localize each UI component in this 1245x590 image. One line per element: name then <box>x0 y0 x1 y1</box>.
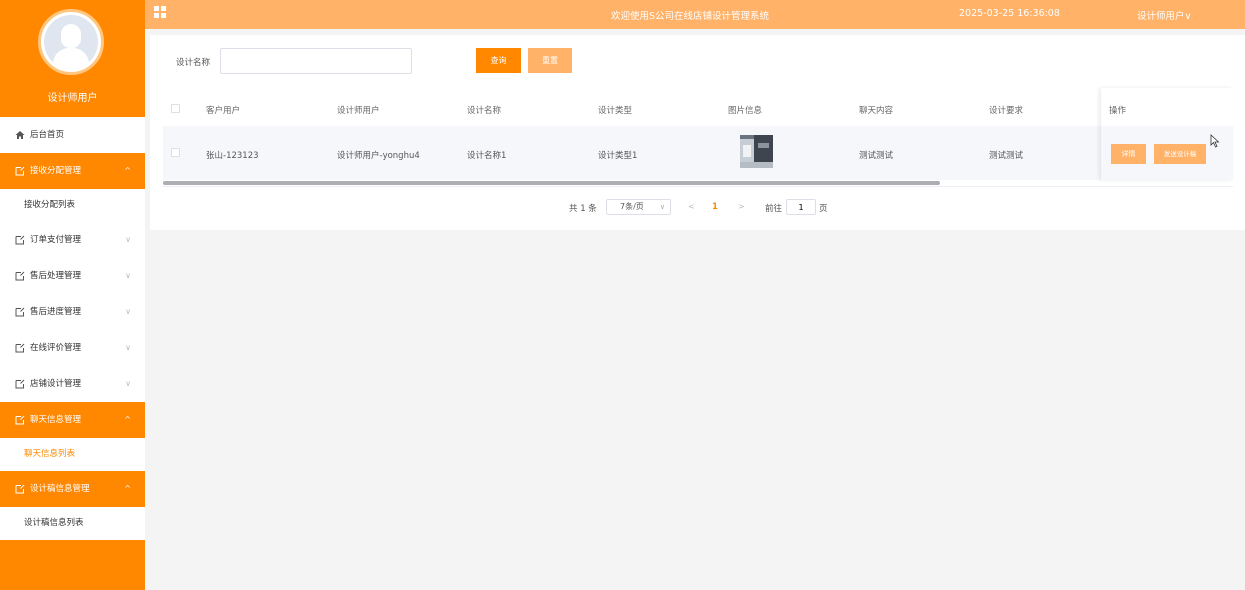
sidebar-item-label: 设计稿信息管理 <box>30 484 90 494</box>
chevron-down-icon: ∨ <box>125 343 131 352</box>
chevron-down-icon: ∨ <box>125 271 131 280</box>
sidebar-item-label: 售后处理管理 <box>30 271 82 281</box>
document-icon <box>14 379 25 390</box>
horizontal-scrollbar[interactable] <box>163 181 940 185</box>
sidebar-subitem-receive-list[interactable]: 接收分配列表 <box>0 189 145 222</box>
sidebar-item-after-sale[interactable]: 售后处理管理 ∨ <box>0 258 145 294</box>
sidebar-subitem-design-draft-list[interactable]: 设计稿信息列表 <box>0 507 145 540</box>
design-thumbnail[interactable] <box>740 135 773 168</box>
send-design-button[interactable]: 发送设计稿 <box>1154 144 1206 164</box>
chevron-down-icon: ∨ <box>125 379 131 388</box>
chevron-down-icon: ∨ <box>125 235 131 244</box>
sidebar: 设计师用户 后台首页 接收分配管理 ^ 接收分配列表 订单支付管理 ∨ 售后处理… <box>0 0 145 590</box>
sidebar-header: 设计师用户 <box>0 0 145 117</box>
document-icon <box>14 484 25 495</box>
column-header-design-name: 设计名称 <box>467 106 502 116</box>
document-icon <box>14 415 25 426</box>
chevron-up-icon: ^ <box>124 415 131 424</box>
page-number-current[interactable]: 1 <box>712 202 718 212</box>
sidebar-item-label: 后台首页 <box>30 130 65 140</box>
column-header-customer: 客户用户 <box>206 106 241 116</box>
avatar-icon <box>44 15 98 69</box>
document-icon <box>14 307 25 318</box>
sidebar-item-after-sale-progress[interactable]: 售后进度管理 ∨ <box>0 294 145 330</box>
sidebar-item-label: 在线评价管理 <box>30 343 82 353</box>
sidebar-subitem-chat-list[interactable]: 聊天信息列表 <box>0 438 145 471</box>
column-header-designer: 设计师用户 <box>337 106 380 116</box>
cell-designer: 设计师用户-yonghu4 <box>337 151 420 161</box>
pagination: 共 1 条 7条/页 ∨ < 1 > 前往 页 <box>150 199 1245 216</box>
main-panel: 设计名称 查询 重置 客户用户 设计师用户 设计名称 设计类型 图片信息 聊天内… <box>150 35 1245 230</box>
datetime: 2025-03-25 16:36:08 <box>959 8 1060 19</box>
detail-button[interactable]: 详情 <box>1111 144 1146 164</box>
sidebar-user-name: 设计师用户 <box>47 93 98 104</box>
top-bar: 欢迎使用S公司在线店铺设计管理系统 2025-03-25 16:36:08 设计… <box>145 0 1245 29</box>
search-input[interactable] <box>220 48 412 74</box>
chevron-down-icon: ∨ <box>125 307 131 316</box>
table-header: 客户用户 设计师用户 设计名称 设计类型 图片信息 聊天内容 设计要求 <box>163 92 1233 126</box>
table-divider <box>163 186 1233 187</box>
user-dropdown[interactable]: 设计师用户∨ <box>1137 8 1191 22</box>
next-page-icon[interactable]: > <box>738 202 745 211</box>
chevron-down-icon: ∨ <box>659 203 665 211</box>
sidebar-footer <box>0 543 145 590</box>
table-row[interactable]: 张山-123123 设计师用户-yonghu4 设计名称1 设计类型1 测试测试… <box>163 126 1233 180</box>
app-title: 欢迎使用S公司在线店铺设计管理系统 <box>611 11 770 22</box>
column-header-actions: 操作 <box>1109 106 1127 116</box>
document-icon <box>14 271 25 282</box>
column-header-design-type: 设计类型 <box>598 106 633 116</box>
cell-requirement: 测试测试 <box>989 151 1024 161</box>
query-button[interactable]: 查询 <box>476 48 521 73</box>
sidebar-item-online-review[interactable]: 在线评价管理 ∨ <box>0 330 145 366</box>
sidebar-item-label: 店铺设计管理 <box>30 379 82 389</box>
cell-customer: 张山-123123 <box>206 151 259 161</box>
page-size-value: 7条/页 <box>620 202 644 211</box>
page-suffix-label: 页 <box>819 204 828 214</box>
page-size-select[interactable]: 7条/页 ∨ <box>606 199 671 215</box>
prev-page-icon[interactable]: < <box>688 202 695 211</box>
sidebar-item-receive-assignment[interactable]: 接收分配管理 ^ <box>0 153 145 189</box>
pagination-total: 共 1 条 <box>569 204 597 214</box>
sidebar-item-label: 订单支付管理 <box>30 235 82 245</box>
column-header-chat: 聊天内容 <box>859 106 894 116</box>
sidebar-item-label: 聊天信息管理 <box>30 415 82 425</box>
sidebar-item-design-draft-management[interactable]: 设计稿信息管理 ^ <box>0 471 145 507</box>
cell-design-type: 设计类型1 <box>598 151 638 161</box>
sidebar-item-label: 售后进度管理 <box>30 307 82 317</box>
select-all-checkbox[interactable] <box>171 104 180 113</box>
cell-design-name: 设计名称1 <box>467 151 507 161</box>
sidebar-item-label: 接收分配管理 <box>30 166 82 176</box>
document-icon <box>14 166 25 177</box>
sidebar-item-chat-management[interactable]: 聊天信息管理 ^ <box>0 402 145 438</box>
sidebar-item-home[interactable]: 后台首页 <box>0 117 145 153</box>
cell-chat: 测试测试 <box>859 151 894 161</box>
search-label: 设计名称 <box>176 58 211 68</box>
avatar[interactable] <box>38 9 104 75</box>
sidebar-item-order-payment[interactable]: 订单支付管理 ∨ <box>0 222 145 258</box>
home-icon <box>14 130 25 141</box>
reset-button[interactable]: 重置 <box>528 48 572 73</box>
sidebar-item-shop-design[interactable]: 店铺设计管理 ∨ <box>0 366 145 402</box>
column-header-requirement: 设计要求 <box>989 106 1024 116</box>
sidebar-menu: 后台首页 接收分配管理 ^ 接收分配列表 订单支付管理 ∨ 售后处理管理 ∨ 售… <box>0 117 145 540</box>
document-icon <box>14 235 25 246</box>
grid-menu-icon[interactable] <box>154 6 166 18</box>
row-checkbox[interactable] <box>171 148 180 157</box>
chevron-up-icon: ^ <box>124 484 131 493</box>
chevron-up-icon: ^ <box>124 166 131 175</box>
mouse-cursor-icon <box>1210 134 1220 148</box>
goto-label: 前往 <box>765 204 783 214</box>
goto-page-input[interactable] <box>786 199 816 215</box>
document-icon <box>14 343 25 354</box>
column-header-image: 图片信息 <box>728 106 763 116</box>
